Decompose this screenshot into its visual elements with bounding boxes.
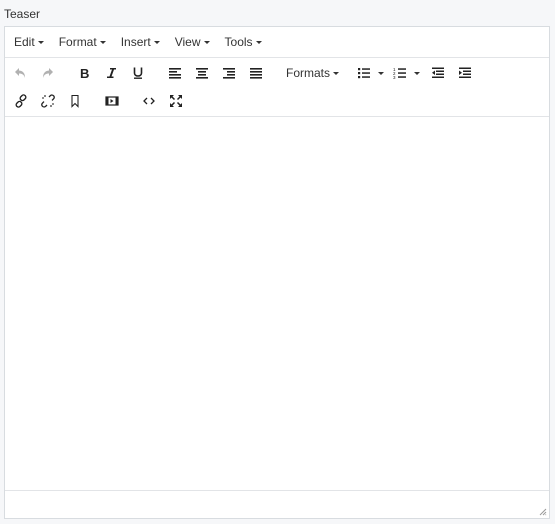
- align-left-icon: [169, 68, 181, 79]
- menu-view[interactable]: View: [170, 35, 215, 49]
- menu-format-label: Format: [58, 35, 97, 49]
- bullet-list-icon: [358, 68, 370, 79]
- menu-view-label: View: [174, 35, 201, 49]
- redo-icon: [43, 68, 53, 78]
- bullet-list-button[interactable]: [353, 62, 375, 84]
- caret-down-icon: [255, 40, 262, 44]
- remove-link-button[interactable]: [37, 90, 59, 112]
- numbered-list-options[interactable]: [409, 62, 421, 84]
- caret-down-icon: [203, 40, 210, 44]
- editor-content-area[interactable]: [5, 117, 549, 490]
- caret-down-icon: [413, 71, 420, 75]
- bullet-list-options[interactable]: [373, 62, 385, 84]
- insert-anchor-button[interactable]: [64, 90, 86, 112]
- numbered-list-icon: 123: [393, 67, 406, 80]
- fullscreen-icon: [170, 95, 182, 107]
- resize-handle-icon[interactable]: [539, 508, 547, 516]
- align-right-button[interactable]: [218, 62, 240, 84]
- underline-button[interactable]: [127, 62, 149, 84]
- italic-button[interactable]: [100, 62, 122, 84]
- align-justify-icon: [250, 68, 262, 79]
- formats-label: Formats: [286, 66, 331, 80]
- italic-icon: [107, 68, 116, 78]
- field-label: Teaser: [4, 7, 41, 21]
- link-icon: [15, 94, 27, 108]
- caret-down-icon: [333, 71, 340, 75]
- indent-button[interactable]: [454, 62, 476, 84]
- align-left-button[interactable]: [164, 62, 186, 84]
- caret-down-icon: [99, 40, 106, 44]
- fullscreen-button[interactable]: [165, 90, 187, 112]
- undo-icon: [15, 68, 25, 78]
- toolbar: B Formats 1 2 3: [5, 58, 549, 117]
- menu-tools-label: Tools: [224, 35, 253, 49]
- menu-edit[interactable]: Edit: [9, 35, 49, 49]
- undo-button[interactable]: [10, 62, 32, 84]
- menu-insert-label: Insert: [120, 35, 151, 49]
- formats-dropdown[interactable]: Formats: [286, 62, 340, 84]
- underline-icon: [133, 67, 143, 79]
- align-justify-button[interactable]: [245, 62, 267, 84]
- align-center-button[interactable]: [191, 62, 213, 84]
- menubar: Edit Format Insert View Tools: [5, 27, 549, 58]
- media-icon: [105, 96, 119, 106]
- caret-down-icon: [153, 40, 160, 44]
- redo-button[interactable]: [36, 62, 58, 84]
- indent-icon: [459, 67, 471, 78]
- unlink-icon: [41, 94, 55, 108]
- svg-text:3: 3: [393, 75, 396, 80]
- menu-tools[interactable]: Tools: [220, 35, 267, 49]
- rich-text-editor: Edit Format Insert View Tools B Formats …: [4, 26, 550, 519]
- bold-button[interactable]: B: [73, 62, 95, 84]
- source-code-button[interactable]: [138, 90, 160, 112]
- caret-down-icon: [377, 71, 384, 75]
- toolbar-row-2: [5, 86, 549, 114]
- outdent-button[interactable]: [427, 62, 449, 84]
- menu-format[interactable]: Format: [54, 35, 111, 49]
- svg-text:B: B: [80, 66, 89, 80]
- menu-insert[interactable]: Insert: [116, 35, 165, 49]
- toolbar-row-1: B Formats 1 2 3: [5, 58, 549, 86]
- bookmark-icon: [71, 94, 79, 108]
- outdent-icon: [432, 67, 444, 78]
- menu-edit-label: Edit: [14, 35, 35, 49]
- caret-down-icon: [37, 40, 44, 44]
- insert-media-button[interactable]: [101, 90, 123, 112]
- bold-icon: B: [80, 66, 89, 80]
- insert-link-button[interactable]: [10, 90, 32, 112]
- numbered-list-button[interactable]: 123: [389, 62, 411, 84]
- align-center-icon: [196, 68, 208, 79]
- code-icon: [143, 97, 155, 105]
- status-bar: [5, 490, 549, 518]
- align-right-icon: [223, 68, 235, 79]
